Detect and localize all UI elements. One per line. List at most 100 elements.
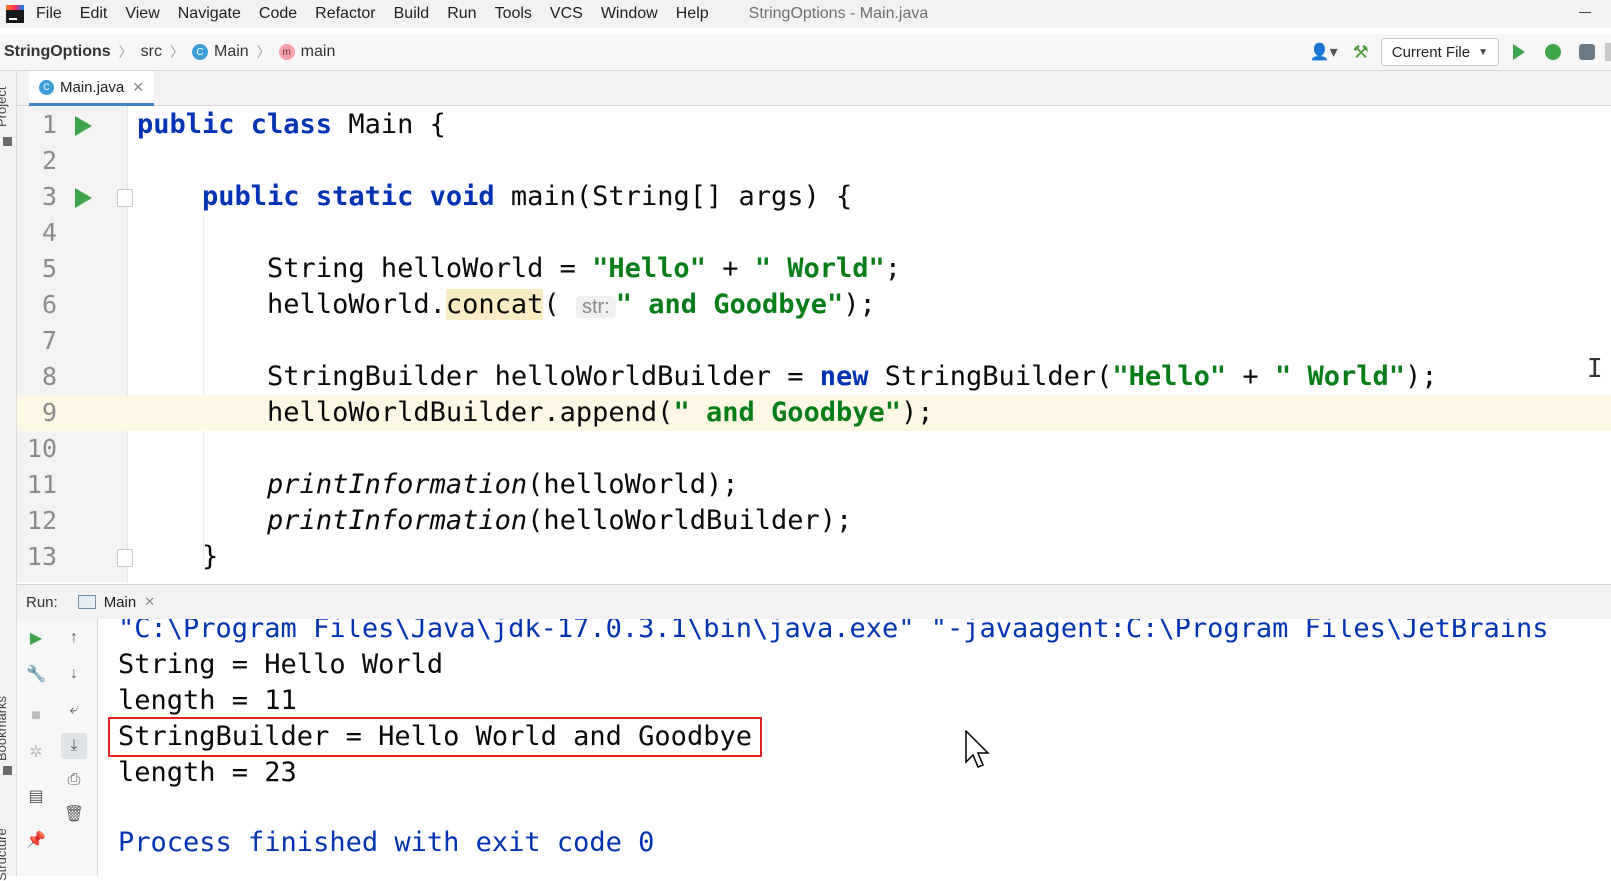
intellij-logo-icon bbox=[6, 5, 24, 23]
class-icon: C bbox=[39, 79, 54, 95]
line-number: 8 bbox=[41, 362, 57, 391]
console-icon bbox=[77, 595, 96, 609]
breadcrumb-src[interactable]: src bbox=[141, 43, 162, 61]
menu-vcs[interactable]: VCS bbox=[550, 5, 583, 23]
run-toolbar: ▶ ↑ 🔧 ↓ ■ ⤶ ✲ ⤓ ⎙ ▤ 🗑 📌 bbox=[17, 619, 98, 876]
chevron-right-icon: 〉 bbox=[118, 44, 133, 60]
code-line: 13 } bbox=[17, 539, 1611, 575]
menu-build[interactable]: Build bbox=[394, 5, 430, 23]
code-text: helloWorld.concat( str: " and Goodbye"); bbox=[267, 289, 876, 320]
arrow-up-icon[interactable]: ↑ bbox=[65, 629, 83, 647]
line-number: 7 bbox=[41, 326, 57, 355]
navigation-bar: StringOptions 〉 src 〉 C Main 〉 m main 👤▾… bbox=[0, 34, 1611, 71]
structure-tool-button[interactable]: Structure bbox=[0, 828, 9, 881]
code-line: 8 StringBuilder helloWorldBuilder = new … bbox=[17, 359, 1611, 395]
bookmark-icon bbox=[3, 766, 12, 775]
text-cursor-icon: I bbox=[1587, 354, 1603, 384]
menu-view[interactable]: View bbox=[125, 5, 159, 23]
rerun-icon[interactable]: ▶ bbox=[27, 629, 45, 647]
code-editor[interactable]: 1 public class Main { 2 3 public static … bbox=[17, 106, 1611, 582]
code-text: public static void main(String[] args) { bbox=[202, 181, 853, 212]
tab-label: Main.java bbox=[60, 78, 125, 96]
breadcrumb-class[interactable]: Main bbox=[214, 43, 249, 61]
code-text: printInformation(helloWorldBuilder); bbox=[267, 505, 853, 536]
run-label: Run: bbox=[26, 593, 58, 611]
run-icon[interactable] bbox=[1513, 44, 1525, 60]
line-number: 10 bbox=[26, 434, 57, 463]
window-title: StringOptions - Main.java bbox=[748, 5, 929, 22]
trash-icon[interactable]: 🗑 bbox=[64, 805, 84, 823]
menu-file[interactable]: File bbox=[36, 5, 62, 23]
line-number: 9 bbox=[41, 398, 57, 427]
stop-icon[interactable]: ■ bbox=[27, 707, 45, 725]
close-icon[interactable]: ✕ bbox=[144, 594, 155, 610]
console-exit-message: Process finished with exit code 0 bbox=[118, 827, 655, 858]
menu-code[interactable]: Code bbox=[259, 5, 297, 23]
toolbar-overflow[interactable] bbox=[1605, 43, 1611, 61]
print-icon[interactable]: ⎙ bbox=[65, 771, 83, 789]
line-number: 5 bbox=[41, 254, 57, 283]
run-gutter-icon[interactable] bbox=[75, 188, 92, 208]
menu-bar: File Edit View Navigate Code Refactor Bu… bbox=[0, 0, 1611, 28]
run-tab-main[interactable]: Main ✕ bbox=[77, 594, 155, 611]
close-icon[interactable]: ✕ bbox=[132, 79, 144, 96]
menu-run[interactable]: Run bbox=[447, 5, 476, 23]
folder-icon bbox=[3, 137, 12, 146]
chevron-right-icon: 〉 bbox=[169, 44, 184, 60]
parameter-hint: str: bbox=[575, 296, 616, 318]
line-number: 1 bbox=[41, 110, 57, 139]
run-configuration-label: Current File bbox=[1391, 43, 1471, 61]
code-line: 5 String helloWorld = "Hello" + " World"… bbox=[17, 251, 1611, 287]
method-icon: m bbox=[278, 44, 295, 60]
user-account-icon[interactable]: 👤▾ bbox=[1309, 41, 1339, 63]
fold-marker-icon[interactable] bbox=[117, 549, 133, 567]
wrench-icon[interactable]: 🔧 bbox=[26, 665, 46, 683]
menu-refactor[interactable]: Refactor bbox=[315, 5, 375, 23]
menu-navigate[interactable]: Navigate bbox=[178, 5, 241, 23]
line-number: 11 bbox=[26, 470, 57, 499]
line-number: 3 bbox=[41, 182, 57, 211]
tab-main-java[interactable]: C Main.java ✕ bbox=[29, 71, 154, 106]
current-code-line: 9 helloWorldBuilder.append(" and Goodbye… bbox=[17, 395, 1611, 431]
coverage-icon[interactable] bbox=[1579, 44, 1595, 60]
menu-tools[interactable]: Tools bbox=[495, 5, 532, 23]
code-text: public class Main { bbox=[137, 109, 446, 140]
code-line: 2 bbox=[17, 143, 1611, 179]
breadcrumb-method[interactable]: main bbox=[301, 43, 336, 61]
soft-wrap-icon[interactable]: ⤶ bbox=[65, 701, 83, 719]
menu-window[interactable]: Window bbox=[601, 5, 658, 23]
arrow-down-icon[interactable]: ↓ bbox=[65, 665, 83, 683]
minimize-icon[interactable] bbox=[1579, 12, 1591, 13]
scroll-to-end-icon[interactable]: ⤓ bbox=[61, 733, 87, 759]
layout-icon[interactable]: ▤ bbox=[27, 787, 45, 805]
left-tool-strip: Project Bookmarks Structure bbox=[0, 71, 17, 881]
bookmarks-tool-button[interactable]: Bookmarks bbox=[0, 696, 9, 761]
project-tool-button[interactable]: Project bbox=[0, 87, 9, 127]
console-output[interactable]: "C:\Program Files\Java\jdk-17.0.3.1\bin\… bbox=[98, 619, 1611, 876]
console-line: length = 11 bbox=[118, 685, 297, 716]
code-line: 6 helloWorld.concat( str: " and Goodbye")… bbox=[17, 287, 1611, 323]
pin-icon[interactable]: 📌 bbox=[26, 831, 46, 849]
fold-marker-icon[interactable] bbox=[117, 189, 133, 207]
code-line: 10 bbox=[17, 431, 1611, 467]
code-line: 1 public class Main { bbox=[17, 107, 1611, 143]
code-line: 12 printInformation(helloWorldBuilder); bbox=[17, 503, 1611, 539]
breadcrumb-project[interactable]: StringOptions bbox=[4, 43, 111, 61]
run-gutter-icon[interactable] bbox=[75, 116, 92, 136]
console-command-line: "C:\Program Files\Java\jdk-17.0.3.1\bin\… bbox=[118, 619, 1549, 644]
menu-edit[interactable]: Edit bbox=[80, 5, 108, 23]
debug-disabled-icon[interactable]: ✲ bbox=[27, 743, 45, 761]
console-line-highlighted: StringBuilder = Hello World and Goodbye bbox=[108, 717, 762, 757]
code-line: 7 bbox=[17, 323, 1611, 359]
build-hammer-icon[interactable]: ⚒ bbox=[1349, 41, 1373, 63]
code-text: helloWorldBuilder.append(" and Goodbye")… bbox=[267, 397, 934, 428]
code-text: StringBuilder helloWorldBuilder = new St… bbox=[267, 361, 1438, 392]
console-line: length = 23 bbox=[118, 757, 297, 788]
run-panel-header: Run: Main ✕ bbox=[17, 584, 1611, 620]
run-configuration-dropdown[interactable]: Current File ▼ bbox=[1380, 38, 1499, 66]
debug-bug-icon[interactable] bbox=[1545, 44, 1561, 60]
editor-tab-bar: C Main.java ✕ bbox=[17, 71, 1611, 106]
console-line: String = Hello World bbox=[118, 649, 444, 680]
class-icon: C bbox=[191, 44, 208, 60]
menu-help[interactable]: Help bbox=[676, 5, 709, 23]
